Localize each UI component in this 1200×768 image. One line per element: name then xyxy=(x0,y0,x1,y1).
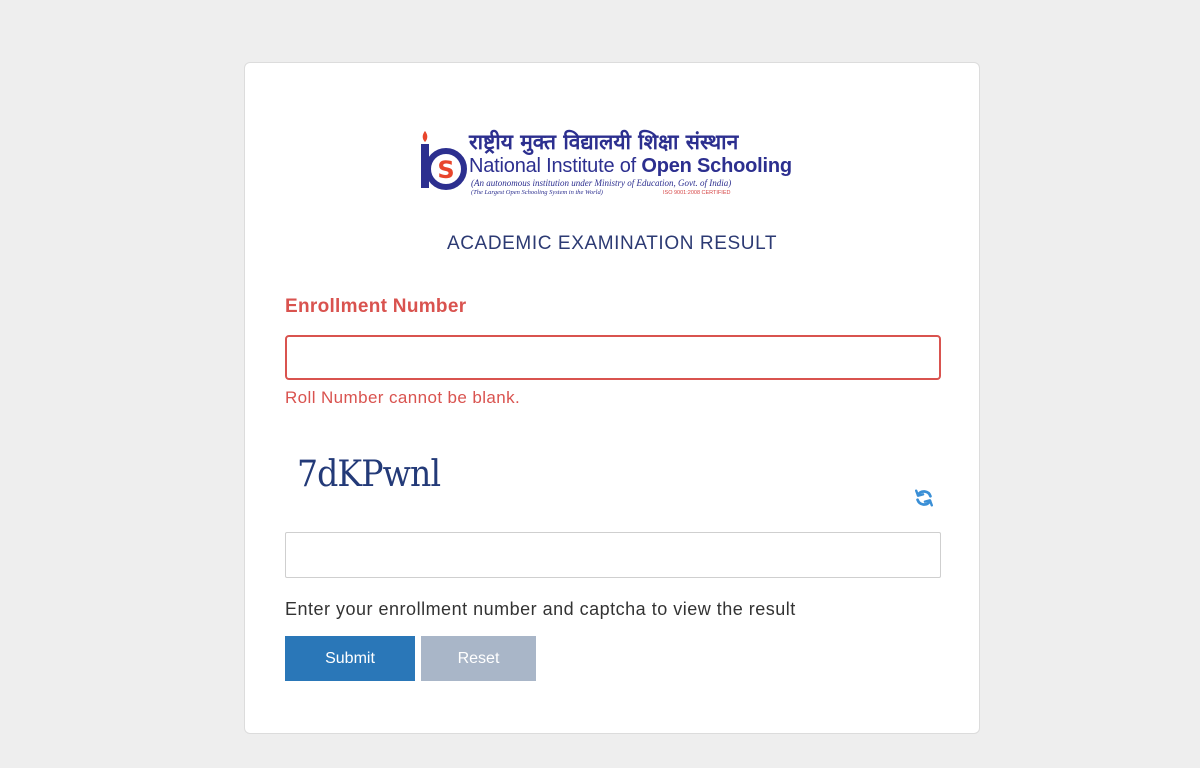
enrollment-error-message: Roll Number cannot be blank. xyxy=(285,388,521,407)
logo-english-text: National Institute of Open Schooling xyxy=(469,154,792,178)
reset-button[interactable]: Reset xyxy=(421,636,536,681)
captcha-image: 7dKPwnl xyxy=(297,454,441,495)
result-card: S राष्ट्रीय मुक्त विद्यालयी शिक्षा संस्थ… xyxy=(244,62,980,734)
logo-iso-text: ISO 9001:2008 CERTIFIED xyxy=(663,190,731,196)
help-text: Enter your enrollment number and captcha… xyxy=(285,599,796,619)
enrollment-input[interactable] xyxy=(285,335,941,380)
enrollment-label: Enrollment Number xyxy=(285,296,467,317)
nios-logo: S राष्ट्रीय मुक्त विद्यालयी शिक्षा संस्थ… xyxy=(417,129,807,201)
logo-tagline: (The Largest Open Schooling System in th… xyxy=(471,189,603,196)
svg-text:S: S xyxy=(437,156,454,184)
captcha-input[interactable] xyxy=(285,532,941,578)
logo-hindi-text: राष्ट्रीय मुक्त विद्यालयी शिक्षा संस्थान xyxy=(469,130,739,154)
refresh-icon[interactable] xyxy=(913,487,935,509)
submit-button[interactable]: Submit xyxy=(285,636,415,681)
logo-english-prefix: National Institute of xyxy=(469,155,642,177)
nios-logo-mark-icon: S xyxy=(421,131,467,190)
logo-subtitle: (An autonomous institution under Ministr… xyxy=(471,178,732,188)
logo-english-bold: Open Schooling xyxy=(641,155,792,177)
page-title: ACADEMIC EXAMINATION RESULT xyxy=(446,233,778,254)
